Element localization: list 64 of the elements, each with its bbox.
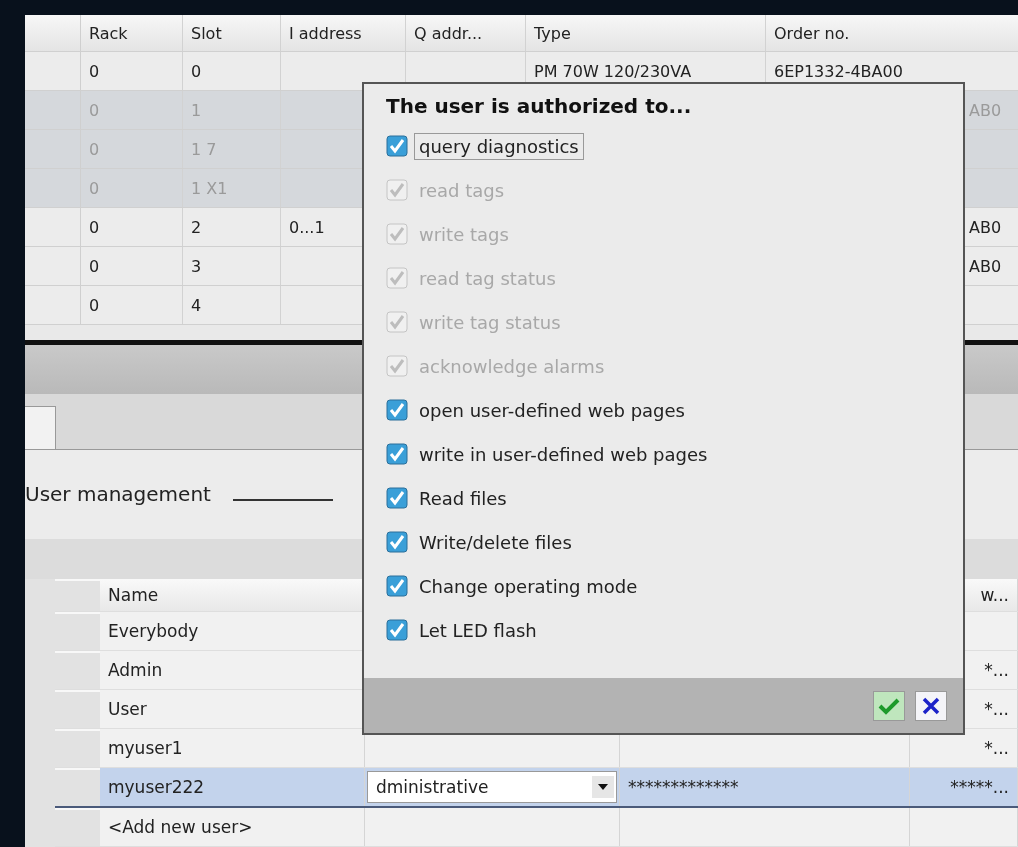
checkbox-label[interactable]: Let LED flash [414, 616, 542, 644]
check-icon [878, 696, 900, 715]
checkbox[interactable] [386, 575, 408, 597]
cancel-button[interactable] [915, 690, 947, 721]
table-cell: 3 [191, 256, 202, 276]
column-header[interactable]: Rack [81, 15, 183, 51]
table-cell: 1 X1 [191, 178, 228, 198]
checkbox-label[interactable]: open user-defined web pages [414, 396, 690, 424]
column-header[interactable]: Slot [183, 15, 281, 51]
table-cell: Admin [108, 660, 163, 680]
checkbox-label[interactable]: Write/delete files [414, 528, 577, 556]
table-cell: 0 [89, 139, 100, 159]
checkbox[interactable] [386, 135, 408, 157]
table-cell: 4 [191, 295, 202, 315]
column-header[interactable]: Name [108, 585, 159, 605]
tab[interactable] [25, 405, 56, 449]
table-cell: 0...1 [289, 217, 325, 237]
table-cell: 6EP1332-4BA00 [774, 61, 903, 81]
checkbox[interactable] [386, 399, 408, 421]
table-cell: 0 [89, 217, 100, 237]
table-cell: *****... [950, 777, 1009, 797]
table-cell: 0 [191, 61, 202, 81]
table-cell: ************* [628, 777, 739, 797]
checkbox-label[interactable]: query diagnostics [414, 132, 584, 160]
table-cell: 0 [89, 295, 100, 315]
table-cell: 1 7 [191, 139, 217, 159]
confirm-button[interactable] [873, 690, 905, 721]
table-cell: AB0 [969, 217, 1002, 237]
table-cell: <Add new user> [108, 817, 253, 837]
table-cell: 0 [89, 61, 100, 81]
table-cell: PM 70W 120/230VA [534, 61, 692, 81]
column-header[interactable]: Order no. [766, 15, 1018, 51]
popup-title: The user is authorized to... [385, 93, 693, 120]
checkbox-label[interactable]: write in user-defined web pages [414, 440, 713, 468]
table-cell: Everybody [108, 621, 199, 641]
section-title: User management [25, 482, 211, 507]
checkbox-label[interactable]: Change operating mode [414, 572, 643, 600]
checkbox[interactable] [386, 487, 408, 509]
table-cell: AB0 [969, 100, 1002, 120]
close-icon [922, 696, 940, 715]
checkbox-label[interactable]: Read files [414, 484, 512, 512]
column-header[interactable]: I address [281, 15, 406, 51]
checkbox[interactable] [386, 531, 408, 553]
checkbox[interactable] [386, 619, 408, 641]
checkbox[interactable] [386, 443, 408, 465]
column-header[interactable]: Type [526, 15, 766, 51]
column-header[interactable]: w... [980, 585, 1009, 605]
table-row[interactable]: myuser1 *... [55, 729, 1018, 768]
table-cell: User [108, 699, 147, 719]
table-cell: myuser1 [108, 738, 183, 758]
table-cell: myuser222 [108, 777, 205, 797]
table-cell: 1 [191, 100, 202, 120]
table-cell: 0 [89, 178, 100, 198]
table-cell: AB0 [969, 256, 1002, 276]
table-cell: *... [984, 699, 1009, 719]
table-row[interactable]: myuser222 dministrative ************* *****... [55, 768, 1018, 808]
table-cell: *... [984, 738, 1009, 758]
table-row[interactable]: <Add new user> [55, 808, 1018, 847]
table-cell: *... [984, 660, 1009, 680]
column-header[interactable]: Q addr... [406, 15, 526, 51]
table-cell: 0 [89, 100, 100, 120]
table-cell: 0 [89, 256, 100, 276]
role-dropdown[interactable]: dministrative [367, 771, 617, 803]
table-cell: 2 [191, 217, 202, 237]
